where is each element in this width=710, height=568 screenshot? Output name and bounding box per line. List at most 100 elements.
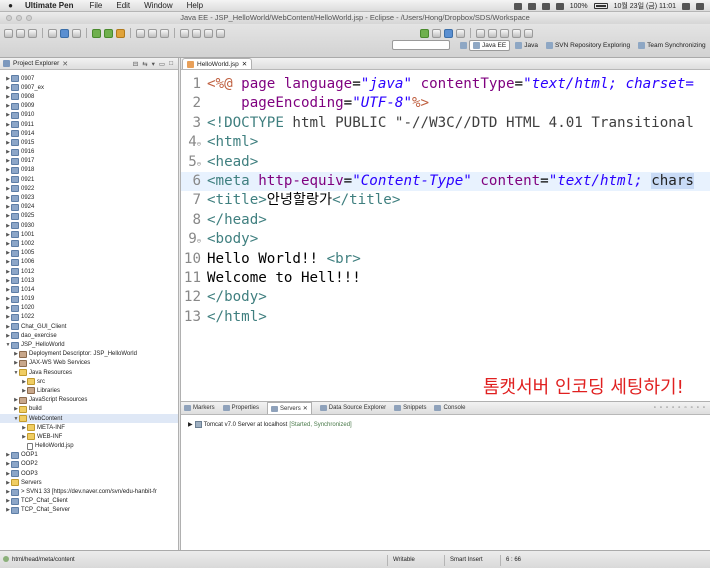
- status-dropbox-icon[interactable]: [527, 2, 536, 10]
- stop-server-icon[interactable]: ▫: [678, 405, 680, 411]
- maximize-view-icon[interactable]: □: [169, 60, 173, 68]
- debug-button[interactable]: [92, 28, 101, 38]
- debug-server-icon[interactable]: ▫: [660, 405, 662, 411]
- tree-item[interactable]: ▶ > SVN1 33 [https://dev.naver.com/svn/ed…: [0, 487, 178, 496]
- code-line[interactable]: 10 Hello World!! <br>: [181, 250, 710, 269]
- zoom-window-button[interactable]: [26, 15, 32, 21]
- tree-item[interactable]: ▶ OOP3: [0, 469, 178, 478]
- print-button[interactable]: [48, 28, 57, 38]
- tree-item[interactable]: ▶ 0917: [0, 157, 178, 166]
- status-volume-icon[interactable]: [555, 2, 564, 10]
- tree-item[interactable]: ▶ 0908: [0, 92, 178, 101]
- tree-item[interactable]: ▶ TCP_Chat_Server: [0, 506, 178, 515]
- search-tool-button[interactable]: [488, 28, 497, 38]
- previous-annotation-button[interactable]: [192, 28, 201, 38]
- code-line[interactable]: 9⊖ <body>: [181, 230, 710, 249]
- perspective-team-sync[interactable]: Team Synchronizing: [635, 41, 709, 50]
- bottom-tab-properties[interactable]: Properties: [222, 405, 259, 411]
- tree-item[interactable]: ▶ build: [0, 405, 178, 414]
- tree-item[interactable]: ▶ 0925: [0, 212, 178, 221]
- bottom-tab-servers[interactable]: Servers ✕: [267, 402, 312, 414]
- next-annotation-button[interactable]: [180, 28, 189, 38]
- bottom-tab-console[interactable]: Console: [434, 405, 465, 411]
- code-line[interactable]: 5⊖ <head>: [181, 153, 710, 172]
- battery-icon[interactable]: [593, 3, 608, 9]
- fold-toggle-icon[interactable]: ⊖: [197, 160, 201, 168]
- collapse-icon[interactable]: ▫: [654, 405, 656, 411]
- minimize-view-icon[interactable]: ▭: [159, 60, 165, 68]
- start-server-button[interactable]: [420, 28, 429, 38]
- tree-item[interactable]: ▶ 1005: [0, 249, 178, 258]
- tree-item[interactable]: ▶ 1020: [0, 304, 178, 313]
- menu-edit[interactable]: Edit: [116, 1, 130, 10]
- tree-item[interactable]: ▶ 0909: [0, 102, 178, 111]
- tree-item[interactable]: ▶ 0914: [0, 129, 178, 138]
- open-type-button[interactable]: [148, 28, 157, 38]
- code-line[interactable]: 6 <meta http-equiv="Content-Type" content…: [181, 171, 710, 192]
- forward-button[interactable]: [216, 28, 225, 38]
- code-line[interactable]: 13 </html>: [181, 308, 710, 327]
- bottom-tab-markers[interactable]: Markers: [184, 405, 215, 411]
- code-line[interactable]: 7 <title>안녕할랑가</title>: [181, 191, 710, 210]
- tree-item[interactable]: ▼ JSP_HelloWorld: [0, 340, 178, 349]
- tree-item[interactable]: ▶ 1014: [0, 285, 178, 294]
- external-tools-button[interactable]: [116, 28, 125, 38]
- tree-item[interactable]: ▶ 0907_ex: [0, 83, 178, 92]
- minimize-window-button[interactable]: [16, 15, 22, 21]
- minimize-view-icon[interactable]: ▫: [697, 405, 699, 411]
- open-task-button[interactable]: [476, 28, 485, 38]
- tree-item[interactable]: ▶ OOP1: [0, 451, 178, 460]
- tree-item[interactable]: ▶ 0918: [0, 166, 178, 175]
- publish-icon[interactable]: ▫: [684, 405, 686, 411]
- tree-item[interactable]: ▶ 1013: [0, 276, 178, 285]
- tree-item[interactable]: ▶ src: [0, 377, 178, 386]
- new-server-button[interactable]: [136, 28, 145, 38]
- status-app-icon[interactable]: [513, 2, 522, 10]
- tree-item[interactable]: ▶ JAX-WS Web Services: [0, 359, 178, 368]
- search-button[interactable]: [160, 28, 169, 38]
- new-class-button[interactable]: [456, 28, 465, 38]
- project-explorer-title[interactable]: Project Explorer: [13, 60, 59, 67]
- code-line[interactable]: 8 </head>: [181, 211, 710, 230]
- back-button[interactable]: [204, 28, 213, 38]
- tree-item[interactable]: ▶ dao_exercise: [0, 331, 178, 340]
- start-server-icon[interactable]: ▫: [666, 405, 668, 411]
- server-row[interactable]: ▶ Tomcat v7.0 Server at localhost [Start…: [188, 421, 710, 428]
- link-with-editor-icon[interactable]: ⇆: [142, 60, 147, 68]
- fold-toggle-icon[interactable]: ⊖: [197, 140, 201, 148]
- tree-item[interactable]: ▶ OOP2: [0, 460, 178, 469]
- tree-item[interactable]: ▶ Libraries: [0, 386, 178, 395]
- editor-tab-helloworld[interactable]: HelloWorld.jsp ✕: [182, 58, 253, 69]
- tree-item[interactable]: ▶ Deployment Descriptor: JSP_HelloWorld: [0, 350, 178, 359]
- tree-item[interactable]: ▶ 1012: [0, 267, 178, 276]
- tree-item[interactable]: ▶ 0910: [0, 111, 178, 120]
- tree-item[interactable]: ▶ 1006: [0, 258, 178, 267]
- tree-item[interactable]: ▶ 0923: [0, 193, 178, 202]
- menubar-clock[interactable]: 10월 23일 (금) 11:01: [614, 1, 676, 11]
- save-button[interactable]: [16, 28, 25, 38]
- view-menu-icon[interactable]: ▫: [691, 405, 693, 411]
- tree-item[interactable]: ▶ 0924: [0, 203, 178, 212]
- code-line[interactable]: 1 <%@ page language="java" contentType="t…: [181, 75, 710, 94]
- run-button[interactable]: [104, 28, 113, 38]
- tree-item[interactable]: ▶ WEB-INF: [0, 432, 178, 441]
- menu-file[interactable]: File: [89, 1, 102, 10]
- open-perspective-icon[interactable]: [460, 42, 467, 49]
- java-ee-tool-button[interactable]: [444, 28, 453, 38]
- tree-item[interactable]: ▶ 0921: [0, 175, 178, 184]
- tree-item[interactable]: ▼ WebContent: [0, 413, 178, 424]
- tree-item[interactable]: ▶ 1002: [0, 239, 178, 248]
- code-line[interactable]: 3 <!DOCTYPE html PUBLIC "-//W3C//DTD HTML…: [181, 114, 710, 133]
- spotlight-icon[interactable]: [682, 2, 690, 10]
- tree-item[interactable]: ▶ 0930: [0, 221, 178, 230]
- code-line[interactable]: 4⊖ <html>: [181, 133, 710, 152]
- perspective-java-ee[interactable]: Java EE: [469, 40, 511, 51]
- close-tab-icon[interactable]: ✕: [242, 60, 247, 68]
- tree-item[interactable]: ▶ 1022: [0, 313, 178, 322]
- publish-button[interactable]: [432, 28, 441, 38]
- quick-access-input[interactable]: [392, 40, 450, 50]
- tree-item[interactable]: ▼ Java Resources: [0, 368, 178, 377]
- close-view-icon[interactable]: ✕: [62, 60, 68, 68]
- nav-forward-button[interactable]: [524, 28, 533, 38]
- perspective-java[interactable]: Java: [512, 41, 541, 50]
